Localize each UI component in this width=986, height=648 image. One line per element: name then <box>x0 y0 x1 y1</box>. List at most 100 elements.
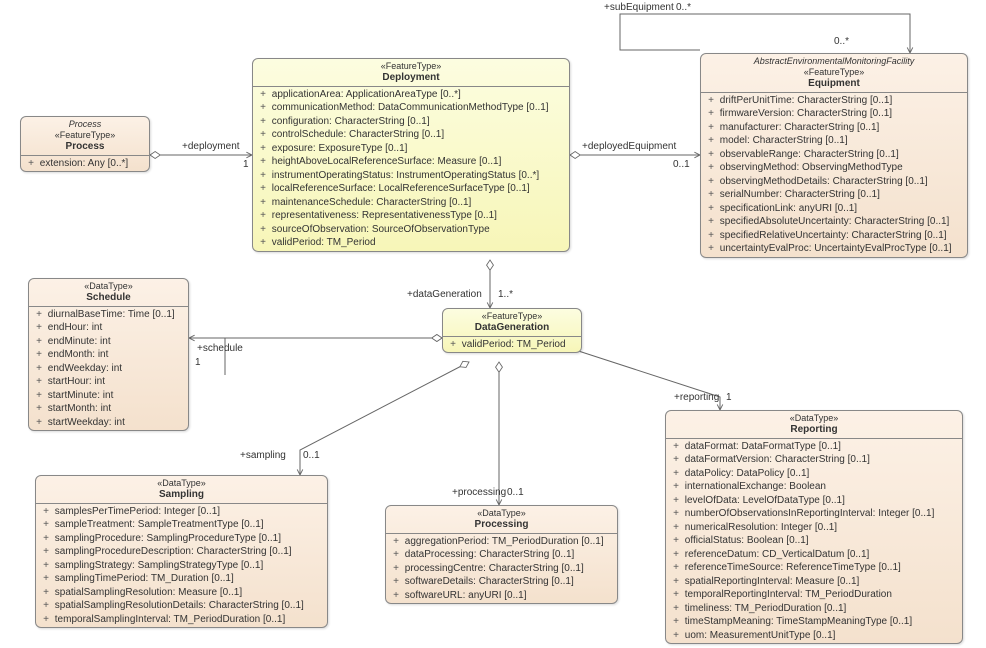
attribute-row: + samplingStrategy: SamplingStrategyType… <box>40 559 323 573</box>
class-datageneration: «FeatureType» DataGeneration + validPeri… <box>442 308 582 353</box>
attribute-row: + uncertaintyEvalProc: UncertaintyEvalPr… <box>705 242 963 256</box>
attribute-row: + samplingProcedure: SamplingProcedureTy… <box>40 532 323 546</box>
attribute-row: + manufacturer: CharacterString [0..1] <box>705 121 963 135</box>
equipment-stereo: «FeatureType» <box>705 67 963 78</box>
attribute-row: + temporalReportingInterval: TM_PeriodDu… <box>670 588 958 602</box>
attribute-row: + sourceOfObservation: SourceOfObservati… <box>257 223 565 237</box>
attribute-row: + timeliness: TM_PeriodDuration [0..1] <box>670 602 958 616</box>
attribute-row: + specifiedRelativeUncertainty: Characte… <box>705 229 963 243</box>
reporting-attrs: + dataFormat: DataFormatType [0..1]+ dat… <box>666 439 962 644</box>
attribute-row: + maintenanceSchedule: CharacterString [… <box>257 196 565 210</box>
attribute-row: + softwareURL: anyURI [0..1] <box>390 589 613 603</box>
attribute-row: + representativeness: Representativeness… <box>257 209 565 223</box>
attribute-row: + referenceDatum: CD_VerticalDatum [0..1… <box>670 548 958 562</box>
schedule-attrs: + diurnalBaseTime: Time [0..1]+ endHour:… <box>29 307 188 431</box>
label-datageneration: +dataGeneration <box>407 289 482 300</box>
attribute-row: + aggregationPeriod: TM_PeriodDuration [… <box>390 535 613 549</box>
label-subequipment: +subEquipment <box>604 2 674 13</box>
attribute-row: + dataPolicy: DataPolicy [0..1] <box>670 467 958 481</box>
processing-attrs: + aggregationPeriod: TM_PeriodDuration [… <box>386 534 617 604</box>
reporting-stereo: «DataType» <box>670 413 958 424</box>
attribute-row: + serialNumber: CharacterString [0..1] <box>705 188 963 202</box>
attribute-row: + endHour: int <box>33 321 184 335</box>
attribute-row: + diurnalBaseTime: Time [0..1] <box>33 308 184 322</box>
attribute-row: + timeStampMeaning: TimeStampMeaningType… <box>670 615 958 629</box>
mult-subequipment-1: 0..* <box>676 2 691 13</box>
process-topnote: Process <box>25 119 145 130</box>
class-sampling: «DataType» Sampling + samplesPerTimePeri… <box>35 475 328 628</box>
process-stereo: «FeatureType» <box>25 130 145 141</box>
attribute-row: + specificationLink: anyURI [0..1] <box>705 202 963 216</box>
class-reporting: «DataType» Reporting + dataFormat: DataF… <box>665 410 963 644</box>
attribute-row: + startMonth: int <box>33 402 184 416</box>
attribute-row: + uom: MeasurementUnitType [0..1] <box>670 629 958 643</box>
datagen-name: DataGeneration <box>447 322 577 334</box>
sampling-stereo: «DataType» <box>40 478 323 489</box>
schedule-stereo: «DataType» <box>33 281 184 292</box>
mult-deployed-equipment: 0..1 <box>673 159 690 170</box>
attribute-row: + driftPerUnitTime: CharacterString [0..… <box>705 94 963 108</box>
attribute-row: + temporalSamplingInterval: TM_PeriodDur… <box>40 613 323 627</box>
attribute-row: + spatialSamplingResolutionDetails: Char… <box>40 599 323 613</box>
sampling-name: Sampling <box>40 489 323 501</box>
attribute-row: + communicationMethod: DataCommunication… <box>257 101 565 115</box>
equipment-topnote: AbstractEnvironmentalMonitoringFacility <box>705 56 963 67</box>
mult-datageneration: 1..* <box>498 289 513 300</box>
attribute-row: + dataFormat: DataFormatType [0..1] <box>670 440 958 454</box>
attribute-row: + observingMethod: ObservingMethodType <box>705 161 963 175</box>
reporting-name: Reporting <box>670 424 958 436</box>
attribute-row: + startHour: int <box>33 375 184 389</box>
attribute-row: + spatialSamplingResolution: Measure [0.… <box>40 586 323 600</box>
attribute-row: + exposure: ExposureType [0..1] <box>257 142 565 156</box>
attribute-row: + instrumentOperatingStatus: InstrumentO… <box>257 169 565 183</box>
attribute-row: + samplingTimePeriod: TM_Duration [0..1] <box>40 572 323 586</box>
datagen-stereo: «FeatureType» <box>447 311 577 322</box>
label-deployment: +deployment <box>182 141 240 152</box>
label-deployed-equipment: +deployedEquipment <box>582 141 676 152</box>
mult-schedule: 1 <box>195 357 201 368</box>
attribute-row: + validPeriod: TM_Period <box>447 338 577 352</box>
attribute-row: + samplesPerTimePeriod: Integer [0..1] <box>40 505 323 519</box>
attribute-row: + processingCentre: CharacterString [0..… <box>390 562 613 576</box>
datagen-attrs: + validPeriod: TM_Period <box>443 337 581 353</box>
attribute-row: + controlSchedule: CharacterString [0..1… <box>257 128 565 142</box>
attribute-row: + endMonth: int <box>33 348 184 362</box>
equipment-name: Equipment <box>705 78 963 90</box>
class-equipment: AbstractEnvironmentalMonitoringFacility … <box>700 53 968 258</box>
attribute-row: + observableRange: CharacterString [0..1… <box>705 148 963 162</box>
attribute-row: + sampleTreatment: SampleTreatmentType [… <box>40 518 323 532</box>
attribute-row: + startWeekday: int <box>33 416 184 430</box>
class-processing: «DataType» Processing + aggregationPerio… <box>385 505 618 604</box>
mult-reporting: 1 <box>726 392 732 403</box>
process-attrs: + extension: Any [0..*] <box>21 156 149 172</box>
mult-processing: 0..1 <box>507 487 524 498</box>
deployment-name: Deployment <box>257 72 565 84</box>
class-schedule: «DataType» Schedule + diurnalBaseTime: T… <box>28 278 189 431</box>
attribute-row: + specifiedAbsoluteUncertainty: Characte… <box>705 215 963 229</box>
schedule-name: Schedule <box>33 292 184 304</box>
deployment-stereo: «FeatureType» <box>257 61 565 72</box>
attribute-row: + localReferenceSurface: LocalReferenceS… <box>257 182 565 196</box>
attribute-row: + firmwareVersion: CharacterString [0..1… <box>705 107 963 121</box>
attribute-row: + softwareDetails: CharacterString [0..1… <box>390 575 613 589</box>
attribute-row: + numberOfObservationsInReportingInterva… <box>670 507 958 521</box>
attribute-row: + endWeekday: int <box>33 362 184 376</box>
attribute-row: + applicationArea: ApplicationAreaType [… <box>257 88 565 102</box>
attribute-row: + referenceTimeSource: ReferenceTimeType… <box>670 561 958 575</box>
attribute-row: + dataFormatVersion: CharacterString [0.… <box>670 453 958 467</box>
class-deployment: «FeatureType» Deployment + applicationAr… <box>252 58 570 252</box>
attribute-row: + validPeriod: TM_Period <box>257 236 565 250</box>
attribute-row: + spatialReportingInterval: Measure [0..… <box>670 575 958 589</box>
attribute-row: + dataProcessing: CharacterString [0..1] <box>390 548 613 562</box>
process-name: Process <box>25 141 145 153</box>
attribute-row: + configuration: CharacterString [0..1] <box>257 115 565 129</box>
processing-stereo: «DataType» <box>390 508 613 519</box>
attribute-row: + startMinute: int <box>33 389 184 403</box>
attribute-row: + numericalResolution: Integer [0..1] <box>670 521 958 535</box>
mult-deployment: 1 <box>243 159 249 170</box>
attribute-row: + officialStatus: Boolean [0..1] <box>670 534 958 548</box>
attribute-row: + internationalExchange: Boolean <box>670 480 958 494</box>
mult-sampling: 0..1 <box>303 450 320 461</box>
attribute-row: + endMinute: int <box>33 335 184 349</box>
label-sampling: +sampling <box>240 450 286 461</box>
